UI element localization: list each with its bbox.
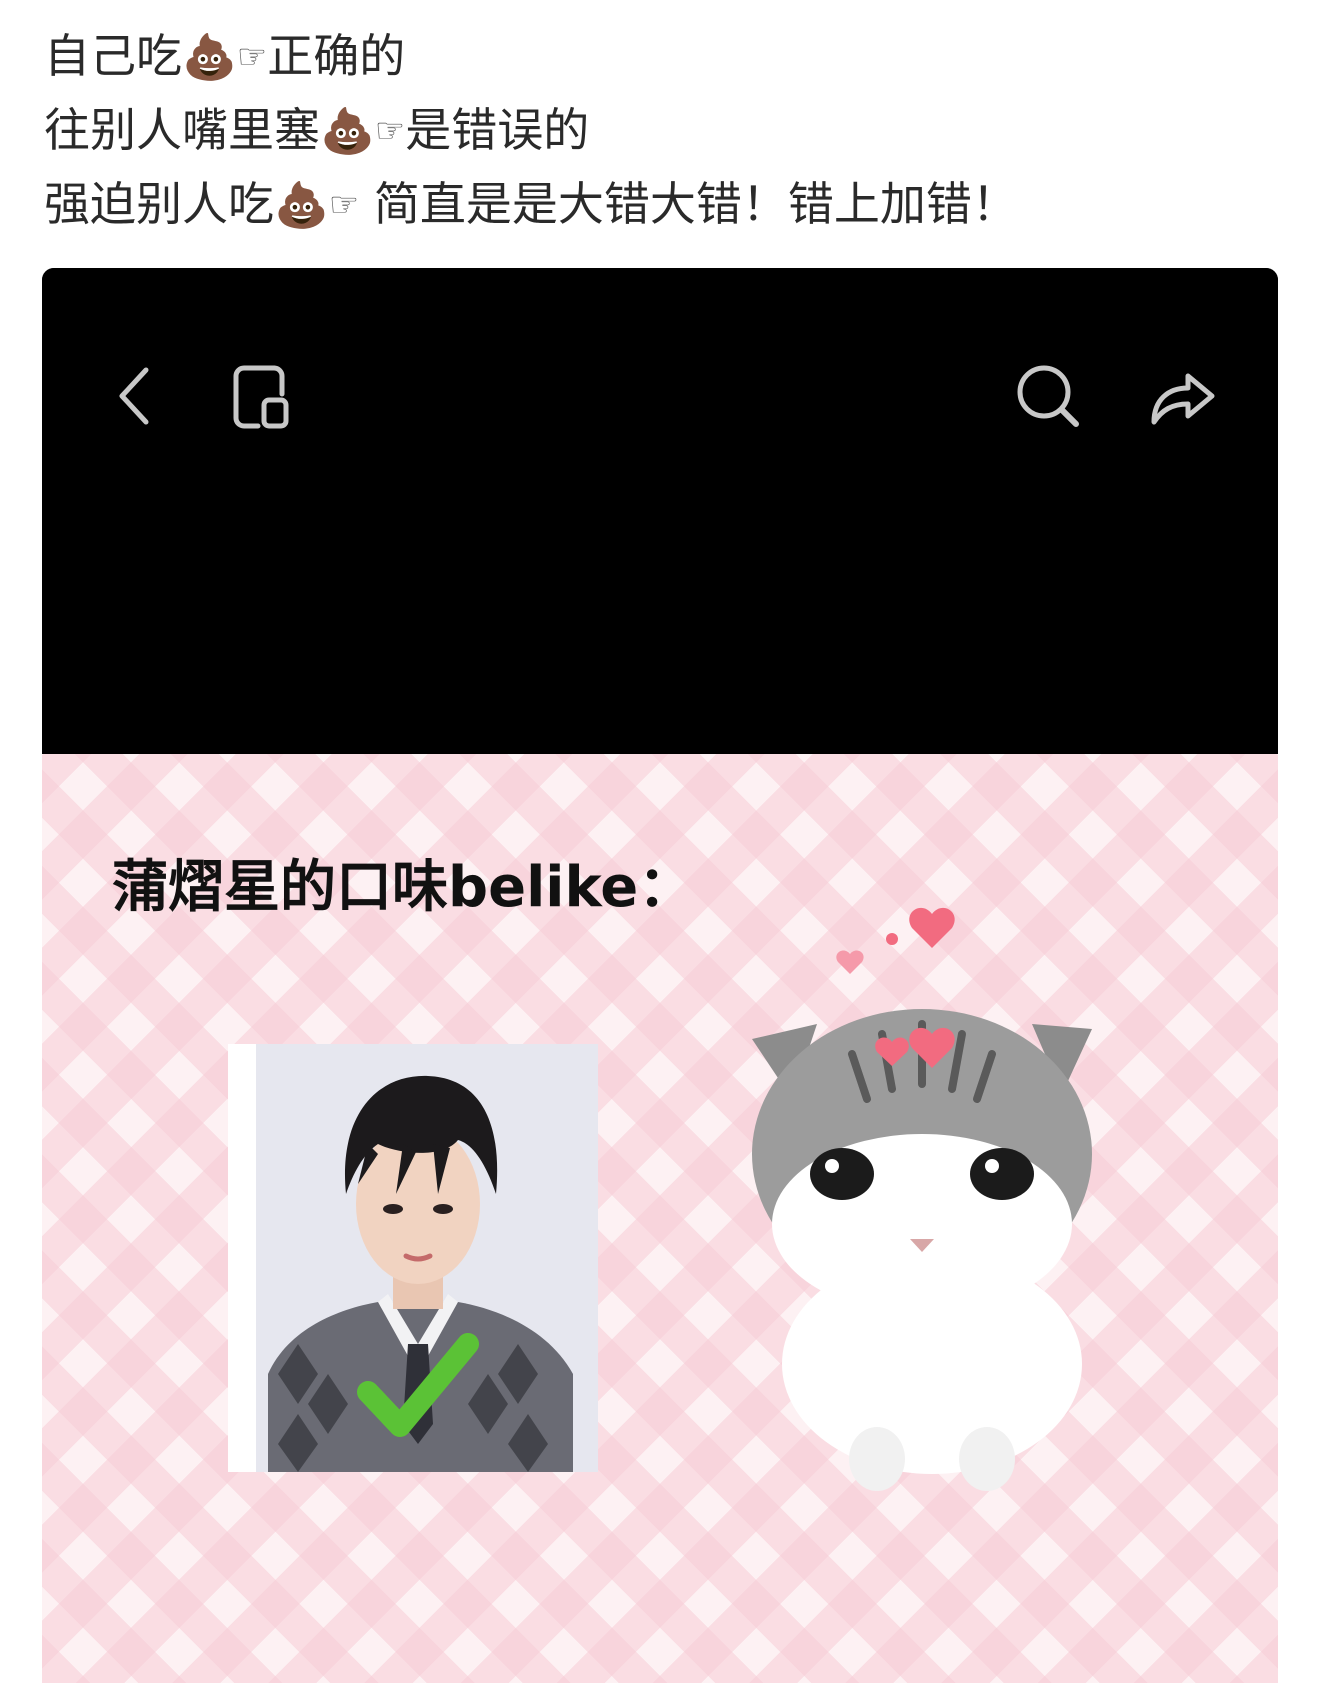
meme-content: 蒲熠星的口味belike： <box>42 754 1278 1683</box>
post-line-text: 是错误的 <box>405 103 590 157</box>
cat-image <box>752 907 1092 1491</box>
picture-in-picture-button[interactable] <box>222 356 302 436</box>
post-line-text: 自己吃 <box>44 29 182 83</box>
post-line-text: 往别人嘴里塞 <box>44 103 320 157</box>
meme-title: 蒲熠星的口味belike： <box>112 855 695 920</box>
post-line-1: 自己吃💩☞正确的 <box>44 20 1284 94</box>
pointing-hand-icon: ☞ <box>374 111 406 151</box>
post-line-3: 强迫别人吃💩☞ 简直是是大错大错！错上加错！ <box>44 168 1284 242</box>
post-image[interactable]: 蒲熠星的口味belike： <box>42 268 1278 1683</box>
person-photo <box>228 1044 598 1472</box>
post-line-text: 简直是是大错大错！错上加错！ <box>359 177 1018 231</box>
share-button[interactable] <box>1142 356 1222 436</box>
post-text: 自己吃💩☞正确的 往别人嘴里塞💩☞是错误的 强迫别人吃💩☞ 简直是是大错大错！错… <box>44 20 1284 242</box>
search-icon <box>1017 365 1079 427</box>
pointing-hand-icon: ☞ <box>328 185 360 225</box>
post-line-2: 往别人嘴里塞💩☞是错误的 <box>44 94 1284 168</box>
search-button[interactable] <box>1008 356 1088 436</box>
share-icon <box>1151 373 1215 425</box>
cat-sticker <box>732 894 1182 1514</box>
poop-emoji-icon: 💩 <box>274 180 329 231</box>
back-button[interactable] <box>100 356 180 436</box>
poop-emoji-icon: 💩 <box>320 106 375 157</box>
post-line-text: 强迫别人吃 <box>44 177 274 231</box>
person-portrait-image <box>228 1044 598 1472</box>
post-line-text: 正确的 <box>267 29 406 83</box>
chevron-left-icon <box>119 367 149 425</box>
pointing-hand-icon: ☞ <box>236 37 268 77</box>
poop-emoji-icon: 💩 <box>182 32 237 83</box>
picture-in-picture-icon <box>233 365 289 429</box>
image-viewer-toolbar <box>42 268 1278 754</box>
